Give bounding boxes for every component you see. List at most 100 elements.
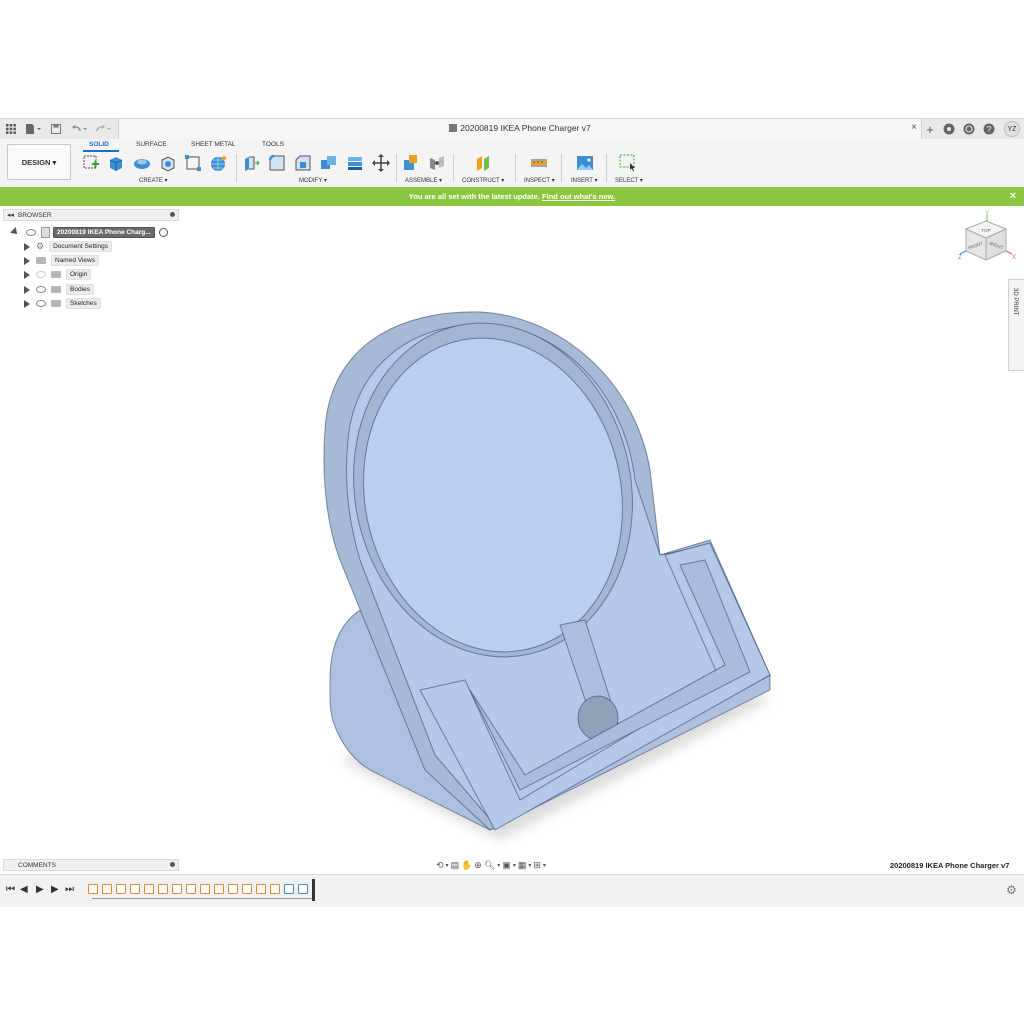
insert-image-icon[interactable] (576, 154, 594, 172)
chamfer-icon[interactable] (294, 154, 312, 172)
job-status-icon[interactable] (962, 122, 976, 136)
expand-sketches-icon[interactable] (24, 300, 30, 308)
revolve-icon[interactable] (133, 154, 151, 172)
timeline-feature-icon[interactable] (242, 884, 252, 894)
browser-item-origin[interactable]: Origin (36, 269, 92, 280)
timeline-feature-icon[interactable] (144, 884, 154, 894)
activate-component-icon[interactable] (158, 228, 168, 237)
timeline-feature-icon[interactable] (270, 884, 280, 894)
comments-add-icon[interactable] (170, 862, 175, 867)
select-group-label[interactable]: SELECT ▾ (615, 177, 643, 184)
form-icon[interactable] (184, 154, 202, 172)
panel-pin-icon[interactable] (170, 212, 175, 217)
tab-solid[interactable]: SOLID (89, 141, 109, 148)
timeline-feature-icon[interactable] (214, 884, 224, 894)
dropdown-arrow-icon[interactable]: ▾ (528, 862, 531, 869)
offset-plane-icon[interactable] (475, 154, 493, 172)
browser-item-sketches[interactable]: Sketches (36, 298, 101, 309)
orbit-icon[interactable]: ⟲ (436, 860, 444, 871)
grid-settings-icon[interactable]: ▦ (518, 860, 527, 871)
expand-root-icon[interactable] (10, 227, 20, 237)
go-to-end-icon[interactable]: ⏭ (65, 884, 74, 895)
expand-bodies-icon[interactable] (24, 286, 30, 294)
tab-tools[interactable]: TOOLS (262, 141, 284, 148)
joint-icon[interactable] (428, 154, 446, 172)
select-box-icon[interactable] (619, 154, 637, 172)
create-group-label[interactable]: CREATE ▾ (139, 177, 168, 184)
shell-icon[interactable] (159, 154, 177, 172)
banner-close-button[interactable]: × (1010, 190, 1016, 202)
workspace-switcher-button[interactable]: DESIGN ▾ (7, 144, 71, 180)
visibility-eye-icon[interactable] (36, 271, 46, 278)
step-forward-icon[interactable]: ▶ (51, 884, 59, 895)
browser-item-document-settings[interactable]: ⚙ Document Settings (36, 241, 112, 252)
extrude-box-icon[interactable] (107, 154, 125, 172)
save-icon[interactable] (50, 122, 62, 136)
display-settings-icon[interactable]: ▣ (502, 860, 511, 871)
expand-origin-icon[interactable] (24, 271, 30, 279)
user-avatar[interactable]: YZ (1004, 121, 1020, 137)
tab-surface[interactable]: SURFACE (136, 141, 167, 148)
look-at-icon[interactable]: ▤ (451, 860, 460, 871)
step-back-icon[interactable]: ◀ (20, 884, 28, 895)
timeline-feature-icon[interactable] (172, 884, 182, 894)
combine-icon[interactable] (320, 154, 338, 172)
timeline-feature-icon[interactable] (102, 884, 112, 894)
redo-icon[interactable] (94, 122, 112, 136)
help-icon[interactable]: ? (982, 122, 996, 136)
timeline-feature-icon[interactable] (116, 884, 126, 894)
timeline-feature-icon[interactable] (200, 884, 210, 894)
timeline-settings-gear-icon[interactable]: ⚙ (1006, 883, 1017, 897)
browser-item-bodies[interactable]: Bodies (36, 284, 94, 295)
go-to-start-icon[interactable]: ⏮ (6, 884, 15, 895)
dropdown-arrow-icon[interactable]: ▾ (513, 862, 516, 869)
viewports-icon[interactable]: ⊞ (533, 860, 541, 871)
close-tab-button[interactable]: × (911, 122, 917, 133)
browser-root-item[interactable]: 20200819 IKEA Phone Charg... (26, 227, 168, 238)
construct-group-label[interactable]: CONSTRUCT ▾ (462, 177, 504, 184)
collapse-panel-icon[interactable]: ◂◂ (7, 211, 14, 219)
dropdown-arrow-icon[interactable]: ▾ (543, 862, 546, 869)
new-component-icon[interactable] (402, 154, 420, 172)
expand-named-views-icon[interactable] (24, 257, 30, 265)
move-icon[interactable] (372, 154, 390, 172)
timeline-feature-icon[interactable] (298, 884, 308, 894)
whats-new-link[interactable]: Find out what's new. (542, 192, 615, 201)
zoom-fit-icon[interactable]: ⊕ (474, 860, 482, 871)
offset-face-icon[interactable] (346, 154, 364, 172)
expand-document-settings-icon[interactable] (24, 243, 30, 251)
dropdown-arrow-icon[interactable]: ▾ (497, 862, 500, 869)
extensions-icon[interactable] (942, 122, 956, 136)
new-tab-plus-icon[interactable]: + (924, 122, 936, 137)
file-menu-icon[interactable] (24, 122, 42, 136)
visibility-eye-icon[interactable] (26, 229, 36, 236)
view-cube[interactable]: Y TOP FRONT RIGHT Z X (950, 209, 1020, 269)
insert-group-label[interactable]: INSERT ▾ (571, 177, 597, 184)
pan-hand-icon[interactable]: ✋ (461, 860, 472, 871)
timeline-feature-icon[interactable] (256, 884, 266, 894)
comments-panel-header[interactable]: COMMENTS (3, 859, 179, 871)
play-icon[interactable]: ▶ (36, 884, 44, 895)
measure-icon[interactable] (530, 154, 548, 172)
modify-group-label[interactable]: MODIFY ▾ (299, 177, 327, 184)
create-sketch-icon[interactable] (82, 154, 100, 172)
dropdown-arrow-icon[interactable]: ▾ (446, 862, 449, 869)
inspect-group-label[interactable]: INSPECT ▾ (524, 177, 555, 184)
undo-icon[interactable] (70, 122, 88, 136)
timeline-feature-icon[interactable] (158, 884, 168, 894)
3d-print-side-panel[interactable]: 3D PRINT (1008, 279, 1024, 371)
press-pull-icon[interactable] (242, 154, 260, 172)
browser-item-named-views[interactable]: Named Views (36, 255, 99, 266)
mesh-sphere-icon[interactable] (210, 154, 228, 172)
timeline-feature-icon[interactable] (228, 884, 238, 894)
app-grid-icon[interactable] (4, 122, 18, 136)
timeline-feature-icon[interactable] (186, 884, 196, 894)
tab-sheet-metal[interactable]: SHEET METAL (191, 141, 236, 148)
timeline-feature-icon[interactable] (284, 884, 294, 894)
visibility-eye-icon[interactable] (36, 286, 46, 293)
timeline-feature-icon[interactable] (130, 884, 140, 894)
document-tab[interactable]: 20200819 IKEA Phone Charger v7 × (118, 119, 922, 139)
cube-face-top[interactable]: TOP (981, 228, 990, 233)
fillet-icon[interactable] (268, 154, 286, 172)
timeline-marker[interactable] (312, 879, 315, 901)
